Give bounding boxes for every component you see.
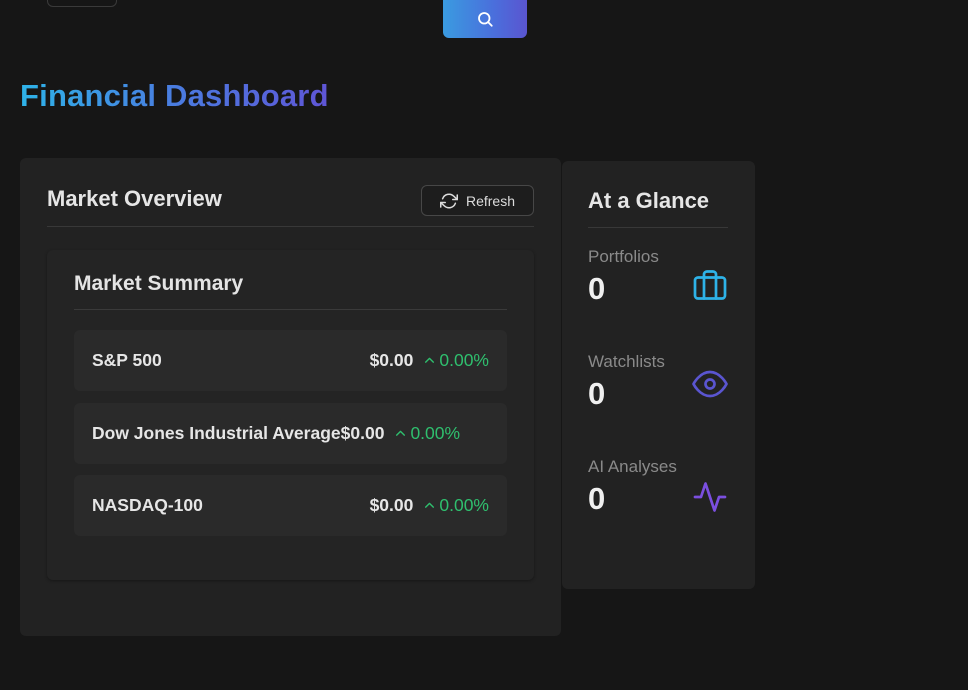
market-overview-title: Market Overview [47, 186, 222, 211]
index-change: 0.00% [423, 495, 489, 516]
index-change: 0.00% [394, 423, 460, 444]
refresh-button[interactable]: Refresh [421, 185, 534, 216]
stat-value: 0 [588, 271, 606, 306]
search-icon [478, 12, 493, 27]
search-button[interactable] [443, 0, 527, 38]
at-a-glance-card: At a Glance Portfolios 0 Watchlists 0 AI… [562, 161, 755, 589]
index-row-sp500[interactable]: S&P 500 $0.00 0.00% [74, 330, 507, 391]
activity-icon [693, 482, 727, 512]
market-overview-card: Market Overview Refresh Market Summary S… [20, 158, 561, 636]
market-summary-panel: Market Summary S&P 500 $0.00 0.00% Dow J… [47, 250, 534, 580]
index-name: S&P 500 [92, 350, 162, 370]
market-overview-header: Market Overview Refresh [47, 185, 534, 227]
briefcase-icon [693, 270, 727, 300]
market-summary-title: Market Summary [74, 272, 507, 310]
index-row-nasdaq100[interactable]: NASDAQ-100 $0.00 0.00% [74, 475, 507, 536]
index-name: Dow Jones Industrial Average [92, 423, 341, 443]
index-change-value: 0.00% [439, 495, 489, 515]
index-change: 0.00% [423, 350, 489, 371]
page-title: Financial Dashboard [20, 78, 329, 113]
index-price: $0.00 [369, 495, 414, 515]
chevron-up-icon [396, 430, 406, 436]
stat-watchlists[interactable]: Watchlists 0 [588, 352, 728, 432]
refresh-icon [439, 193, 458, 208]
index-row-dow-jones[interactable]: Dow Jones Industrial Average $0.00 0.00% [74, 403, 507, 464]
top-nav-button[interactable] [47, 0, 117, 7]
index-name: NASDAQ-100 [92, 495, 203, 515]
stat-label: AI Analyses [588, 457, 677, 476]
stat-value: 0 [588, 376, 606, 411]
index-price: $0.00 [369, 350, 414, 370]
eye-icon [692, 370, 728, 398]
index-change-value: 0.00% [439, 350, 489, 370]
index-change-value: 0.00% [410, 423, 461, 443]
index-price: $0.00 [340, 423, 385, 443]
stat-label: Watchlists [588, 352, 665, 371]
stat-label: Portfolios [588, 247, 659, 266]
stat-portfolios[interactable]: Portfolios 0 [588, 247, 728, 327]
chevron-up-icon [425, 357, 435, 363]
refresh-label: Refresh [465, 192, 516, 209]
chevron-up-icon [425, 502, 435, 508]
stat-ai-analyses[interactable]: AI Analyses 0 [588, 457, 728, 537]
stat-value: 0 [588, 481, 606, 516]
at-a-glance-title: At a Glance [588, 188, 728, 228]
